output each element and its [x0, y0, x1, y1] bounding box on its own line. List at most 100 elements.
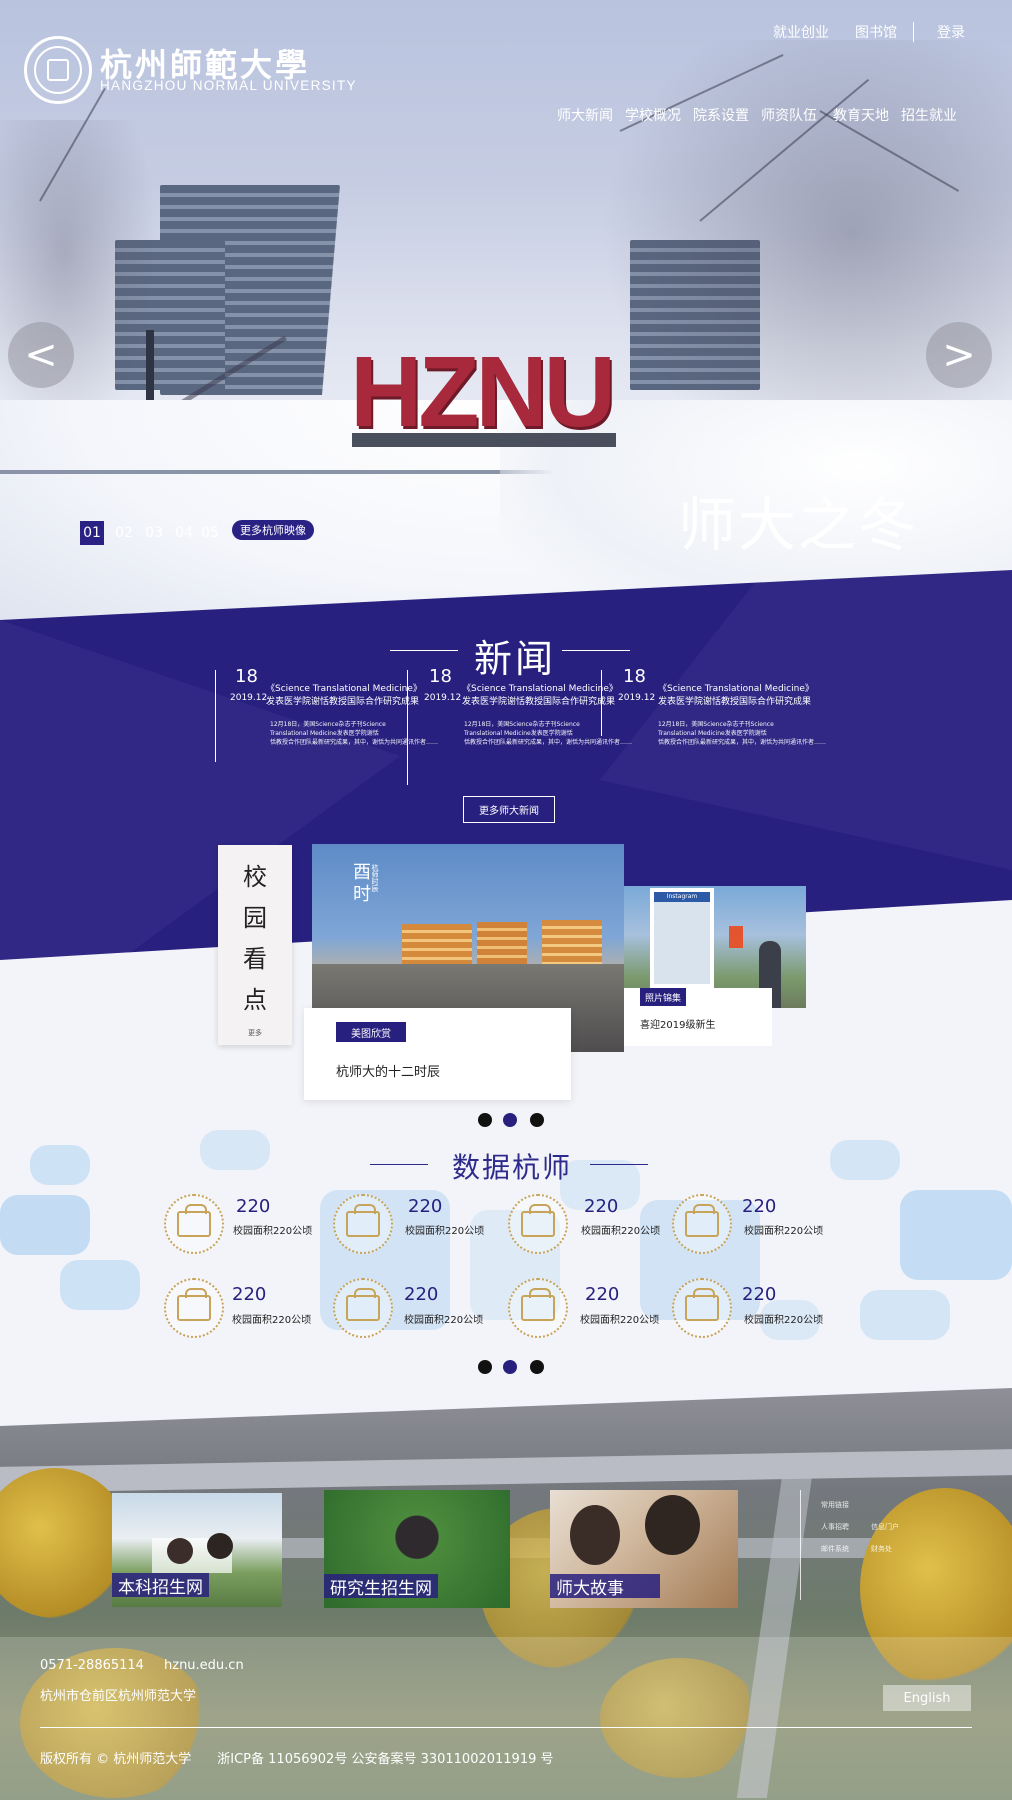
footer-phone[interactable]: 0571-28865114 [40, 1658, 144, 1673]
news-excerpt: Translational Medicine发表医学院谢恬 [658, 730, 767, 737]
news-headline[interactable]: 发表医学院谢恬教授国际合作研究成果 [266, 696, 419, 709]
title-char: 园 [243, 904, 267, 932]
nav-admissions[interactable]: 招生就业 [901, 105, 957, 125]
stats-title: 数据杭师 [452, 1151, 573, 1184]
news-headline[interactable]: 《Science Translational Medicine》 [266, 683, 422, 696]
stat-value: 220 [584, 1196, 619, 1217]
nav-faculty[interactable]: 师资队伍 [761, 105, 817, 125]
stat-label: 校园面积220公顷 [232, 1315, 312, 1326]
news-day: 18 [623, 666, 646, 687]
more-photos-button[interactable]: 更多杭师映像 [232, 520, 314, 540]
more-news-button[interactable]: 更多师大新闻 [463, 796, 555, 823]
library-icon [508, 1194, 568, 1254]
link-career[interactable]: 就业创业 [773, 22, 829, 42]
news-date: 2019.12 [618, 693, 656, 703]
campus-card-side[interactable]: 照片锦集 喜迎2019级新生 [624, 988, 772, 1046]
news-excerpt: 12月18日，美国Science杂志子刊Science [464, 721, 580, 728]
portal-stories[interactable]: 师大故事 [550, 1490, 738, 1608]
footer-copyright: 版权所有 © 杭州师范大学 浙ICP备 11056902号 公安备案号 3301… [40, 1752, 554, 1767]
quick-link[interactable]: 邮件系统 [821, 1544, 849, 1554]
news-title: 新闻 [474, 637, 557, 681]
stat-value: 220 [404, 1284, 439, 1305]
news-day: 18 [429, 666, 452, 687]
card-tag[interactable]: 照片锦集 [640, 988, 686, 1006]
news-headline[interactable]: 发表医学院谢恬教授国际合作研究成果 [462, 696, 615, 709]
title-char: 校 [243, 863, 267, 891]
stat-label: 校园面积220公顷 [580, 1315, 660, 1326]
campus-more-link[interactable]: 更多 [218, 1028, 292, 1038]
slide-page-3[interactable]: 03 [142, 521, 166, 545]
logo-english[interactable]: HANGZHOU NORMAL UNIVERSITY [100, 78, 357, 93]
portal-graduate[interactable]: 研究生招生网 [324, 1490, 510, 1608]
stat-label: 校园面积220公顷 [744, 1226, 824, 1237]
stat-value: 220 [236, 1196, 271, 1217]
quick-link[interactable]: 常用链接 [821, 1500, 849, 1510]
quick-link[interactable]: 信息门户 [871, 1522, 899, 1532]
quick-link[interactable]: 人事招聘 [821, 1522, 849, 1532]
next-slide-button[interactable]: > [926, 322, 992, 388]
footer-site[interactable]: hznu.edu.cn [164, 1658, 244, 1673]
footer-info-band [0, 1637, 1012, 1800]
link-library[interactable]: 图书馆 [855, 22, 897, 42]
news-headline[interactable]: 《Science Translational Medicine》 [658, 683, 814, 696]
portal-label[interactable]: 师大故事 [550, 1574, 660, 1599]
slide-page-4[interactable]: 04 [172, 521, 196, 545]
carousel-dot[interactable] [478, 1360, 492, 1374]
title-char: 点 [243, 986, 267, 1014]
news-divider [215, 670, 216, 762]
news-headline[interactable]: 发表医学院谢恬教授国际合作研究成果 [658, 696, 811, 709]
prev-slide-button[interactable]: < [8, 322, 74, 388]
photo-flag [729, 926, 743, 948]
portal-undergrad[interactable]: 本科招生网 [112, 1493, 282, 1607]
top-divider [913, 22, 914, 42]
quick-link[interactable]: 财务处 [871, 1544, 892, 1554]
portal-label[interactable]: 本科招生网 [112, 1573, 209, 1598]
news-headline[interactable]: 《Science Translational Medicine》 [462, 683, 618, 696]
hero-slideshow[interactable]: HZNU 杭州師範大學 HANGZHOU NORMAL UNIVERSITY 就… [0, 0, 1012, 620]
portal-label[interactable]: 研究生招生网 [324, 1574, 438, 1599]
stat-value: 220 [742, 1196, 777, 1217]
photo-person [207, 1533, 233, 1559]
news-excerpt: Translational Medicine发表医学院谢恬 [464, 730, 573, 737]
nav-news[interactable]: 师大新闻 [557, 105, 613, 125]
card-caption[interactable]: 喜迎2019级新生 [640, 1016, 715, 1031]
photo-person [645, 1495, 700, 1555]
university-seal-icon[interactable] [24, 36, 92, 104]
footer-address: 杭州市仓前区杭州师范大学 [40, 1689, 197, 1704]
news-title-rule-left [390, 650, 458, 651]
slide-page-5[interactable]: 05 [198, 521, 222, 545]
news-divider [407, 670, 408, 785]
news-excerpt: 12月18日，美国Science杂志子刊Science [270, 721, 386, 728]
gate-icon [164, 1278, 224, 1338]
stats-title-rule-right [590, 1164, 648, 1165]
quick-links: 常用链接 人事招聘 信息门户 邮件系统 财务处 [800, 1490, 910, 1600]
stat-label: 校园面积220公顷 [233, 1226, 313, 1237]
carousel-dot[interactable] [530, 1360, 544, 1374]
nav-education[interactable]: 教育天地 [833, 105, 889, 125]
chevron-right-icon: > [942, 332, 976, 378]
lab-icon [672, 1194, 732, 1254]
stat-value: 220 [585, 1284, 620, 1305]
nav-departments[interactable]: 院系设置 [693, 105, 749, 125]
campus-highlights-title: 校 园 看 点 更多 [218, 845, 292, 1045]
slide-page-2[interactable]: 02 [112, 521, 136, 545]
link-login[interactable]: 登录 [937, 22, 965, 42]
news-excerpt: 恬教授合作团队最新研究成果，其中，谢恬为共同通讯作者…… [270, 739, 439, 746]
stat-label: 校园面积220公顷 [744, 1315, 824, 1326]
english-button[interactable]: English [883, 1685, 971, 1711]
slide-page-1[interactable]: 01 [80, 521, 104, 545]
card-tag[interactable]: 美图欣赏 [336, 1022, 406, 1042]
stat-label: 校园面积220公顷 [404, 1315, 484, 1326]
news-date: 2019.12 [230, 693, 268, 703]
news-excerpt: 恬教授合作团队最新研究成果，其中，谢恬为共同通讯作者…… [464, 739, 633, 746]
news-excerpt: 12月18日，美国Science杂志子刊Science [658, 721, 774, 728]
slide-caption: 师大之冬 [678, 491, 919, 559]
carousel-dot-active[interactable] [503, 1360, 517, 1374]
campus-card-main[interactable]: 美图欣赏 杭师大的十二时辰 [304, 1008, 571, 1100]
flower-icon [333, 1278, 393, 1338]
news-date: 2019.12 [424, 693, 462, 703]
nav-about[interactable]: 学校概况 [625, 105, 681, 125]
photo-person [167, 1538, 193, 1564]
campus-building-icon [164, 1194, 224, 1254]
card-caption[interactable]: 杭师大的十二时辰 [336, 1061, 440, 1080]
